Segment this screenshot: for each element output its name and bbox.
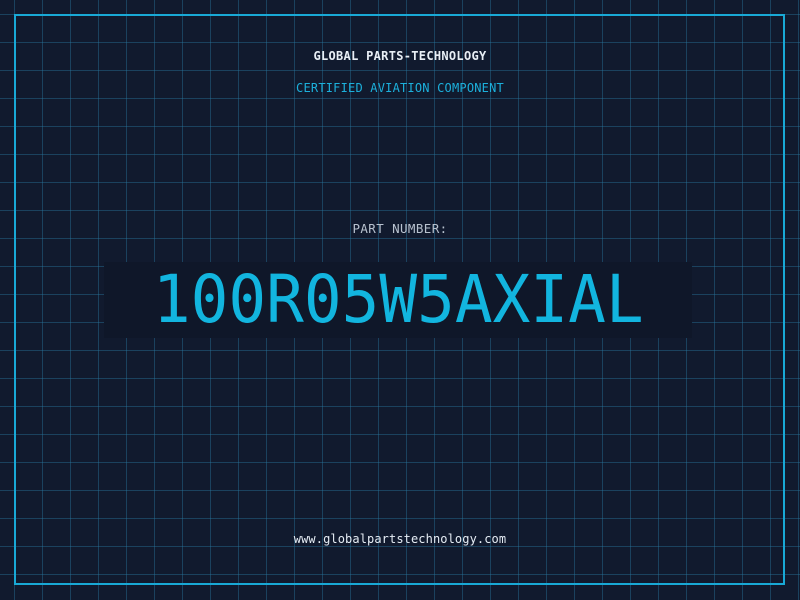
- part-number-label: PART NUMBER:: [352, 221, 448, 236]
- part-number-value: 100R05W5AXIAL: [152, 262, 644, 338]
- website-url: www.globalpartstechnology.com: [293, 532, 507, 546]
- part-label-card: GLOBAL PARTS-TECHNOLOGY CERTIFIED AVIATI…: [0, 0, 800, 600]
- part-number-panel: 100R05W5AXIAL: [104, 262, 692, 338]
- company-name: GLOBAL PARTS-TECHNOLOGY: [313, 49, 487, 63]
- certification-text: CERTIFIED AVIATION COMPONENT: [296, 81, 504, 95]
